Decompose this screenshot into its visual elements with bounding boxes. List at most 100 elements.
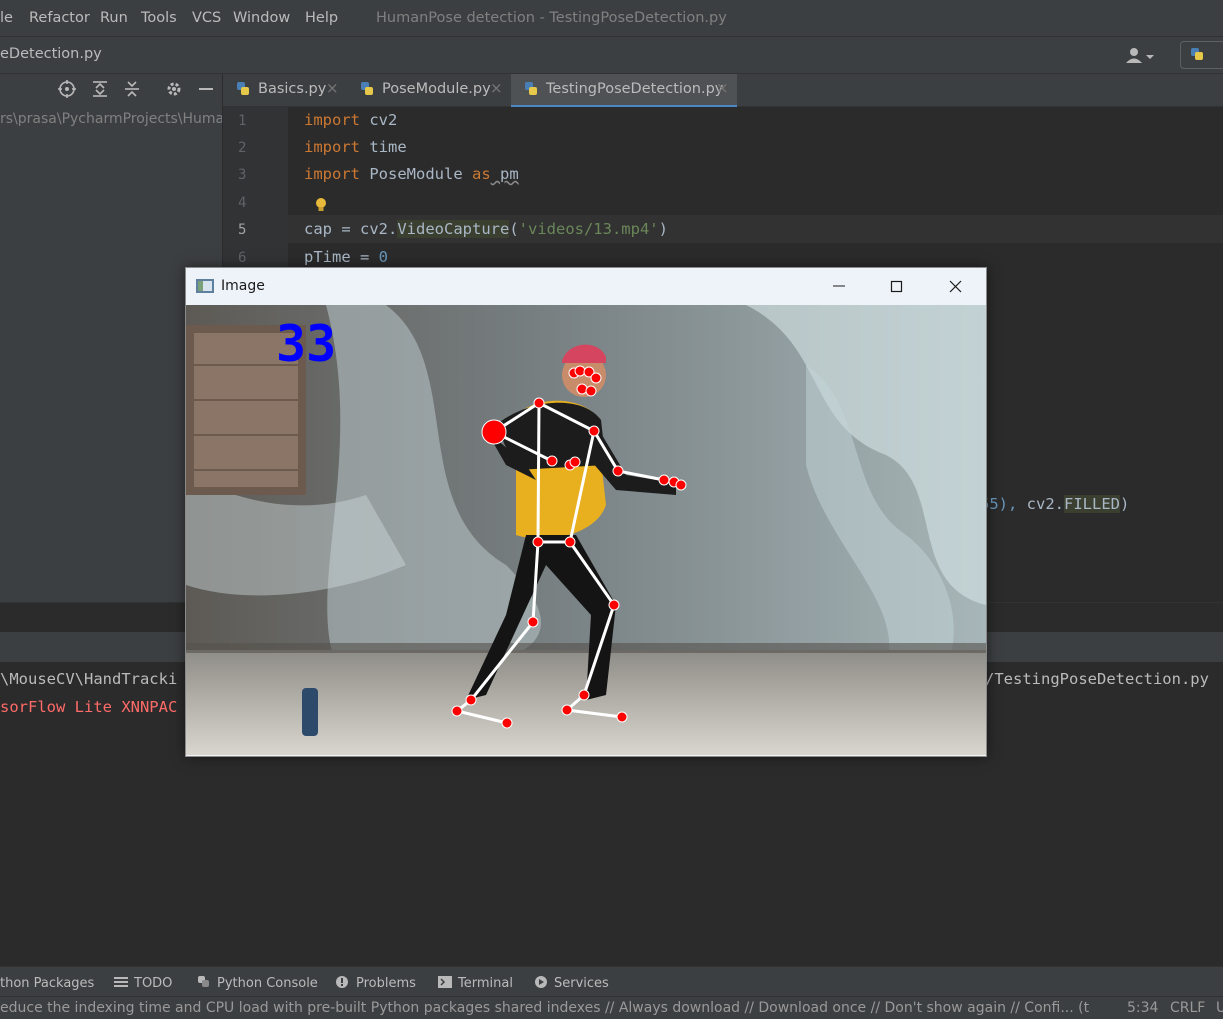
string-literal: 'videos/13.mp4' [518, 220, 659, 238]
close-icon [949, 280, 962, 293]
close-icon[interactable]: × [490, 79, 503, 97]
line-separator[interactable]: CRLF [1170, 1000, 1205, 1016]
code-text: ) [658, 220, 668, 238]
image-window-titlebar[interactable]: Image [186, 268, 986, 305]
python-file-icon [237, 82, 249, 95]
menu-tools[interactable]: Tools [141, 10, 177, 26]
minimize-icon [833, 285, 845, 287]
code-line-5: cap = cv2.VideoCapture('videos/13.mp4') [304, 220, 668, 238]
keyword: as [471, 165, 491, 183]
run-config-button[interactable] [1180, 41, 1223, 69]
locate-icon[interactable] [58, 80, 76, 98]
editor-tab-bar: Basics.py × PoseModule.py × TestingPoseD… [223, 74, 1223, 108]
window-title: HumanPose detection - TestingPoseDetecti… [376, 10, 727, 26]
breadcrumb-file[interactable]: eDetection.py [0, 46, 102, 62]
console-line: /TestingPoseDetection.py [985, 670, 1209, 688]
menu-vcs[interactable]: VCS [192, 10, 221, 26]
project-toolbar [0, 74, 222, 104]
menu-help[interactable]: Help [305, 10, 338, 26]
tool-python-console[interactable]: Python Console [197, 976, 318, 991]
close-icon[interactable]: × [716, 79, 729, 97]
line-number: 5 [238, 222, 247, 238]
tab-label: TestingPoseDetection.py [546, 81, 724, 97]
tool-services[interactable]: Services [534, 976, 609, 991]
minimize-button[interactable] [816, 268, 862, 305]
menu-run[interactable]: Run [100, 10, 128, 26]
console-error-line: sorFlow Lite XNNPAC [0, 698, 178, 716]
code-line-3: import PoseModule as pm [304, 165, 519, 183]
keyword: import [304, 138, 360, 156]
tool-label: TODO [134, 976, 173, 991]
python-file-icon [361, 82, 373, 95]
expand-all-icon[interactable] [91, 80, 109, 98]
line-number: 2 [238, 140, 247, 156]
python-icon [1191, 48, 1203, 60]
services-icon [535, 976, 547, 988]
code-text: PoseModule [360, 165, 472, 183]
fps-counter: 33 [276, 315, 337, 373]
tool-window-bar: thon Packages TODO Python Console Proble… [0, 966, 1223, 997]
maximize-icon [890, 280, 903, 293]
tool-label: thon Packages [0, 976, 95, 991]
keyword: import [304, 111, 360, 129]
video-frame: 33 [186, 305, 986, 755]
code-text: pm [490, 165, 519, 183]
code-text: FILLED [1064, 495, 1120, 513]
keyword: import [304, 165, 360, 183]
code-text: cap = cv2. [304, 220, 398, 238]
list-icon [114, 977, 128, 987]
project-path[interactable]: rs\prasa\PycharmProjects\HumanPose [0, 111, 222, 127]
tab-basics[interactable]: Basics.py × [223, 74, 345, 105]
gear-icon[interactable] [165, 80, 183, 98]
collapse-all-icon[interactable] [123, 80, 141, 98]
cursor-position[interactable]: 5:34 [1127, 1000, 1158, 1016]
menu-window[interactable]: Window [233, 10, 290, 26]
code-text: ( [509, 220, 519, 238]
navigation-bar: eDetection.py [0, 37, 1223, 74]
close-window-button[interactable] [932, 268, 978, 305]
tab-label: PoseModule.py [382, 81, 491, 97]
code-text: cv2 [360, 111, 398, 129]
code-line-2: import time [304, 138, 407, 156]
tab-testingposedetection[interactable]: TestingPoseDetection.py × [511, 74, 737, 108]
close-icon[interactable]: × [326, 79, 339, 97]
tab-posemodule[interactable]: PoseModule.py × [347, 74, 509, 105]
python-file-icon [525, 82, 537, 95]
minimize-panel-icon[interactable] [197, 80, 215, 98]
tool-label: Problems [356, 976, 416, 991]
line-number: 3 [238, 167, 247, 183]
account-button[interactable] [1120, 43, 1164, 67]
code-text: 55), [980, 495, 1027, 513]
user-icon [1126, 48, 1154, 63]
line-number: 6 [238, 250, 247, 266]
code-text: cv2. [1026, 495, 1064, 513]
menu-bar: le Refactor Run Tools VCS Window Help Hu… [0, 0, 1223, 37]
status-message[interactable]: educe the indexing time and CPU load wit… [0, 1000, 1090, 1016]
file-encoding[interactable]: U [1216, 1000, 1223, 1016]
menu-refactor[interactable]: Refactor [29, 10, 90, 26]
menu-file[interactable]: le [0, 10, 13, 26]
info-icon [336, 976, 348, 988]
code-text: ) [1120, 495, 1130, 513]
console-line: \MouseCV\HandTracki [0, 670, 178, 688]
code-fragment: 55), cv2.FILLED) [980, 495, 1129, 513]
tool-problems[interactable]: Problems [336, 976, 416, 991]
tool-python-packages[interactable]: thon Packages [0, 976, 94, 991]
lightbulb-icon[interactable] [315, 197, 327, 213]
code-text: VideoCapture [397, 220, 510, 238]
number-literal: 0 [378, 248, 388, 266]
tool-label: Terminal [458, 976, 513, 991]
code-text: pTime = [304, 248, 379, 266]
image-window[interactable]: Image 33 [185, 267, 987, 757]
maximize-button[interactable] [874, 268, 920, 305]
tab-label: Basics.py [258, 81, 327, 97]
window-app-icon [196, 279, 214, 293]
line-number: 4 [238, 195, 247, 211]
terminal-icon [438, 976, 452, 988]
tool-label: Python Console [217, 976, 318, 991]
line-number: 1 [238, 113, 247, 129]
tool-todo[interactable]: TODO [114, 976, 172, 991]
python-icon [198, 976, 209, 987]
code-line-6: pTime = 0 [304, 248, 388, 266]
tool-terminal[interactable]: Terminal [438, 976, 513, 991]
